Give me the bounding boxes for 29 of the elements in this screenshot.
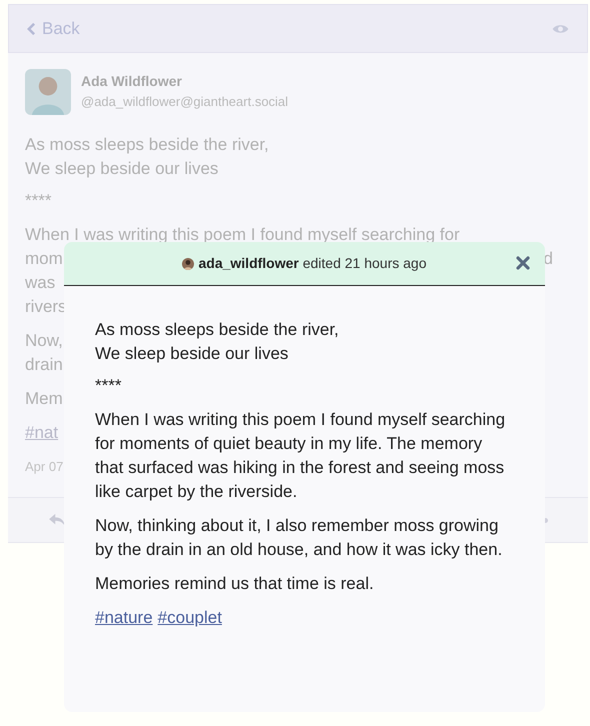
post-paragraph: Memories remind us that time is real.	[95, 573, 375, 595]
post-text: drain	[25, 354, 63, 376]
close-icon	[516, 256, 530, 270]
separator-text: ****	[95, 375, 122, 397]
avatar	[182, 258, 194, 270]
verse-line: As moss sleeps beside the river,	[95, 319, 340, 341]
separator-text: ****	[25, 190, 52, 212]
verse-line: We sleep beside our lives	[95, 343, 290, 365]
eye-icon[interactable]	[552, 22, 569, 34]
author-handle: @ada_wildflower@giantheart.social	[81, 93, 288, 111]
author-name[interactable]: Ada Wildflower	[81, 71, 288, 91]
avatar	[25, 69, 71, 115]
post-paragraph: When I was writing this poem I found myself searching for moments of quiet beauty in my life. The memory that surfaced was hiking in the forest and seeing moss like carpet by the riverside.	[95, 409, 506, 503]
close-button[interactable]	[515, 255, 531, 271]
chevron-left-icon	[27, 22, 36, 36]
post-date: Apr 07	[25, 458, 64, 476]
hashtag-link[interactable]: #couplet	[158, 606, 222, 630]
post-text: Now,	[25, 330, 63, 352]
verse-line: We sleep beside our lives	[25, 158, 220, 180]
hashtag-link[interactable]: #nat	[25, 423, 58, 442]
post-text: When I was writing this poem I found myself searching for	[25, 224, 460, 246]
post-text: mom	[25, 248, 63, 270]
reply-icon[interactable]	[48, 513, 66, 527]
verse-line: As moss sleeps beside the river,	[25, 134, 270, 156]
post-text: Mem	[25, 388, 63, 410]
edit-info: ada_wildflower edited 21 hours ago	[198, 254, 426, 273]
hashtag-link[interactable]: #nature	[95, 606, 153, 630]
post-paragraph: Now, thinking about it, I also remember moss growing by the drain in an old house, and how it was icky then.	[95, 515, 504, 561]
post-text: was	[25, 272, 56, 294]
